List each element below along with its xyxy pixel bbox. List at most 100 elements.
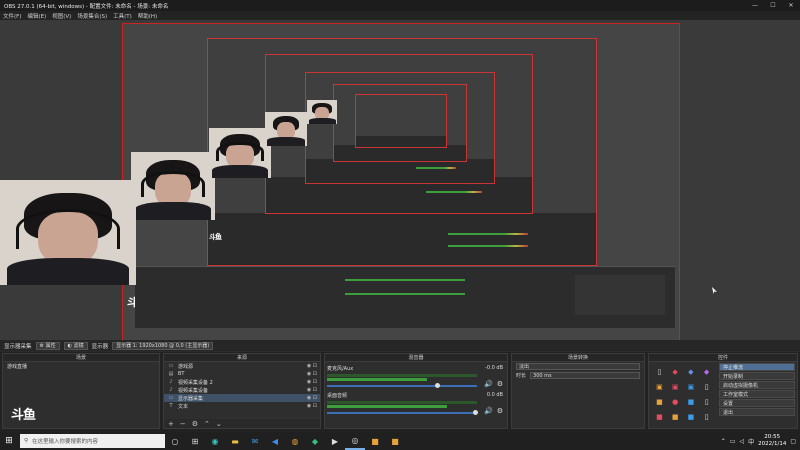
eye-icon[interactable]: ◉ ⊡ — [307, 363, 317, 369]
menu-help[interactable]: 帮助(H) — [138, 12, 157, 20]
source-label: 游戏源 — [178, 363, 194, 370]
vscode-icon[interactable]: ◀ — [265, 432, 285, 450]
input-language[interactable]: 中 — [748, 437, 754, 446]
studio-mode-button[interactable]: 工作室模式 — [719, 390, 795, 398]
source-item[interactable]: ▭ 显示器采集 ◉ ⊡ — [164, 394, 320, 402]
menu-tools[interactable]: 工具(T) — [113, 12, 132, 20]
gear-icon[interactable]: ⚙ — [497, 407, 503, 415]
source-item[interactable]: ▭ 游戏源 ◉ ⊡ — [164, 362, 320, 370]
volume-icon[interactable]: ◁ — [739, 438, 744, 445]
remove-icon[interactable]: − — [180, 420, 186, 428]
eye-icon[interactable]: ◉ ⊡ — [307, 395, 317, 401]
settings-button[interactable]: 设置 — [719, 399, 795, 407]
source-item[interactable]: T 文本 ◉ ⊡ — [164, 402, 320, 410]
file-explorer-icon[interactable]: ▬ — [225, 432, 245, 450]
douyu-logo: 斗鱼 — [209, 233, 222, 241]
text-icon: T — [169, 403, 173, 409]
volume-slider[interactable] — [327, 385, 477, 387]
app-icon[interactable]: ■ — [652, 410, 667, 424]
source-item[interactable]: ♪ 视频采集设备 ◉ ⊡ — [164, 386, 320, 394]
mouse-cursor-icon — [712, 287, 717, 294]
stop-streaming-button[interactable]: 停止推流 — [719, 363, 795, 371]
app-icon[interactable]: ▯ — [699, 380, 714, 394]
volume-slider-handle[interactable] — [435, 383, 440, 388]
display-label: 显示器 — [91, 343, 109, 350]
sources-dock: 来源 ▭ 游戏源 ◉ ⊡ ▤ BT ◉ ⊡ ♪ 视频采集设备 2 ◉ ⊡ ♪ 视频采集设备 ◉ … — [163, 353, 321, 429]
windows-grid-icon[interactable]: ⊞ — [185, 432, 205, 450]
eye-icon[interactable]: ◉ ⊡ — [307, 379, 317, 385]
video-icon[interactable]: ▶ — [325, 432, 345, 450]
edge-icon[interactable]: ◉ — [205, 432, 225, 450]
speaker-icon[interactable]: 🔊 — [484, 380, 493, 388]
virtual-camera-button[interactable]: 启动虚拟摄像机 — [719, 381, 795, 389]
windows-start-icon[interactable]: ⊞ — [0, 432, 18, 450]
volume-slider[interactable] — [327, 412, 477, 414]
selected-source-label: 显示器采集 — [4, 343, 32, 350]
menu-edit[interactable]: 编辑(E) — [27, 12, 46, 20]
transition-type-select[interactable]: 淡出 — [516, 363, 640, 370]
taskbar-search[interactable]: ⚲ 在这里输入你要搜索的内容 — [20, 434, 165, 448]
app-icon[interactable]: ■ — [684, 395, 699, 409]
obs-icon[interactable]: ◎ — [345, 432, 365, 450]
source-item[interactable]: ♪ 视频采集设备 2 ◉ ⊡ — [164, 378, 320, 386]
scenes-dock: 场景 游戏直播 斗鱼 — [2, 353, 160, 429]
speaker-icon[interactable]: 🔊 — [484, 407, 493, 415]
app-icon[interactable]: ■ — [684, 410, 699, 424]
eye-icon[interactable]: ◉ ⊡ — [307, 371, 317, 377]
clock[interactable]: 20:55 2022/1/14 — [758, 434, 786, 448]
app-icon[interactable]: ■ — [385, 432, 405, 450]
app-icon[interactable]: ▯ — [652, 365, 667, 379]
gear-icon[interactable]: ⚙ — [192, 420, 198, 428]
properties-button[interactable]: ⚙ 属性 — [35, 341, 60, 350]
app-icon[interactable]: ◆ — [684, 365, 699, 379]
maximize-button[interactable]: ☐ — [764, 0, 782, 11]
mail-icon[interactable]: ✉ — [245, 432, 265, 450]
source-label: 视频采集设备 — [178, 387, 209, 394]
app-icon[interactable]: ◆ — [668, 365, 683, 379]
app-icon[interactable]: ■ — [365, 432, 385, 450]
menu-view[interactable]: 视图(V) — [52, 12, 71, 20]
network-icon[interactable]: ▭ — [730, 438, 736, 445]
add-icon[interactable]: + — [168, 420, 174, 428]
app-icon[interactable]: ■ — [668, 410, 683, 424]
app-icon[interactable]: ▯ — [699, 410, 714, 424]
eye-icon[interactable]: ◉ ⊡ — [307, 387, 317, 393]
app-icon[interactable]: ◆ — [305, 432, 325, 450]
taskbar: ⊞ ⚲ 在这里输入你要搜索的内容 ○ ⊞ ◉ ▬ ✉ ◀ ◍ ◆ ▶ ◎ ■ ■… — [0, 432, 800, 450]
app-icon[interactable]: ▣ — [652, 380, 667, 394]
minimize-button[interactable]: — — [746, 0, 764, 11]
menu-scene-collection[interactable]: 场景集合(S) — [77, 12, 107, 20]
app-icon[interactable]: ● — [668, 395, 683, 409]
app-icon[interactable]: ◆ — [699, 365, 714, 379]
task-view-icon[interactable]: ○ — [165, 432, 185, 450]
app-icon[interactable]: ▯ — [699, 395, 714, 409]
duration-label: 时长 — [516, 373, 527, 379]
preview-canvas[interactable]: 斗鱼 斗鱼 — [122, 23, 680, 340]
exit-button[interactable]: 退出 — [719, 408, 795, 416]
move-down-icon[interactable]: ⌄ — [216, 420, 222, 428]
move-up-icon[interactable]: ⌃ — [204, 420, 210, 428]
notification-icon[interactable]: ▢ — [790, 438, 796, 445]
preview-area[interactable]: 斗鱼 斗鱼 — [0, 20, 800, 340]
filters-label: 滤镜 — [73, 343, 84, 349]
source-item[interactable]: ▤ BT ◉ ⊡ — [164, 370, 320, 378]
scene-item[interactable]: 游戏直播 — [3, 362, 159, 370]
app-icon[interactable]: ▣ — [684, 380, 699, 394]
display-select[interactable]: 显示器 1: 1920x1080 @ 0,0 (主显示器) — [112, 341, 214, 350]
filters-button[interactable]: ◐ 滤镜 — [63, 341, 88, 350]
source-label: 视频采集设备 2 — [178, 379, 213, 386]
menu-file[interactable]: 文件(F) — [3, 12, 21, 20]
app-icon[interactable]: ▣ — [668, 380, 683, 394]
nested-capture-5 — [355, 94, 447, 148]
close-button[interactable]: ✕ — [782, 0, 800, 11]
monitor-icon: ▭ — [168, 395, 174, 401]
chevron-up-icon[interactable]: ⌃ — [721, 438, 726, 445]
start-recording-button[interactable]: 开始录制 — [719, 372, 795, 380]
chrome-icon[interactable]: ◍ — [285, 432, 305, 450]
volume-slider-handle[interactable] — [473, 410, 478, 415]
duration-input[interactable]: 300 ms — [530, 372, 640, 379]
gear-icon[interactable]: ⚙ — [497, 380, 503, 388]
eye-icon[interactable]: ◉ ⊡ — [307, 403, 317, 409]
mixer-dock: 混音器 麦克风/Aux -0.0 dB 🔊 ⚙ 桌面音频 0.0 dB 🔊 ⚙ — [324, 353, 508, 429]
app-icon[interactable]: ■ — [652, 395, 667, 409]
